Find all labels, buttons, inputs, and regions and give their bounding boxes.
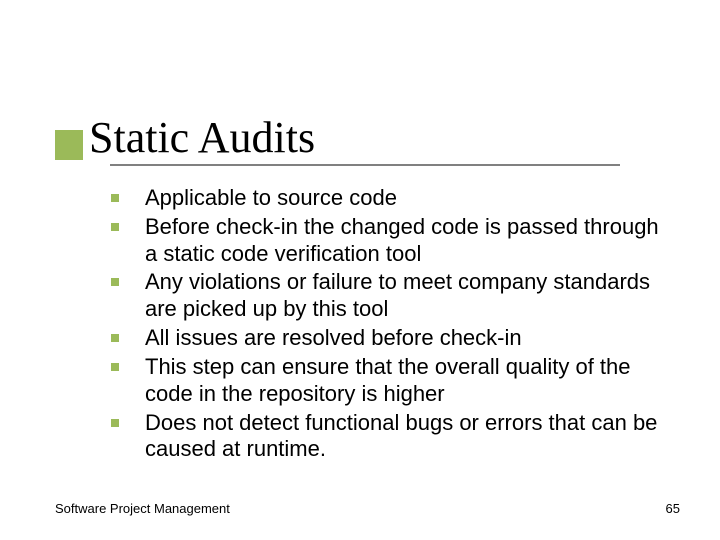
list-item: This step can ensure that the overall qu… — [105, 354, 665, 408]
bullet-text: Before check-in the changed code is pass… — [145, 214, 659, 266]
title-bar: Static Audits — [55, 96, 680, 166]
slide-title: Static Audits — [89, 116, 315, 166]
slide: Static Audits Applicable to source code … — [0, 0, 720, 540]
list-item: All issues are resolved before check-in — [105, 325, 665, 352]
bullet-text: Any violations or failure to meet compan… — [145, 269, 650, 321]
footer-text: Software Project Management — [55, 501, 230, 516]
list-item: Before check-in the changed code is pass… — [105, 214, 665, 268]
bullet-text: All issues are resolved before check-in — [145, 325, 522, 350]
bullet-list: Applicable to source code Before check-i… — [105, 185, 665, 463]
title-area: Static Audits — [55, 96, 680, 166]
page-number: 65 — [666, 501, 680, 516]
bullet-text: Does not detect functional bugs or error… — [145, 410, 657, 462]
footer: Software Project Management 65 — [55, 501, 680, 516]
title-underline — [110, 164, 620, 166]
bullet-text: This step can ensure that the overall qu… — [145, 354, 631, 406]
list-item: Any violations or failure to meet compan… — [105, 269, 665, 323]
bullet-text: Applicable to source code — [145, 185, 397, 210]
body-area: Applicable to source code Before check-i… — [105, 185, 665, 465]
accent-square-icon — [55, 130, 83, 160]
list-item: Applicable to source code — [105, 185, 665, 212]
list-item: Does not detect functional bugs or error… — [105, 410, 665, 464]
